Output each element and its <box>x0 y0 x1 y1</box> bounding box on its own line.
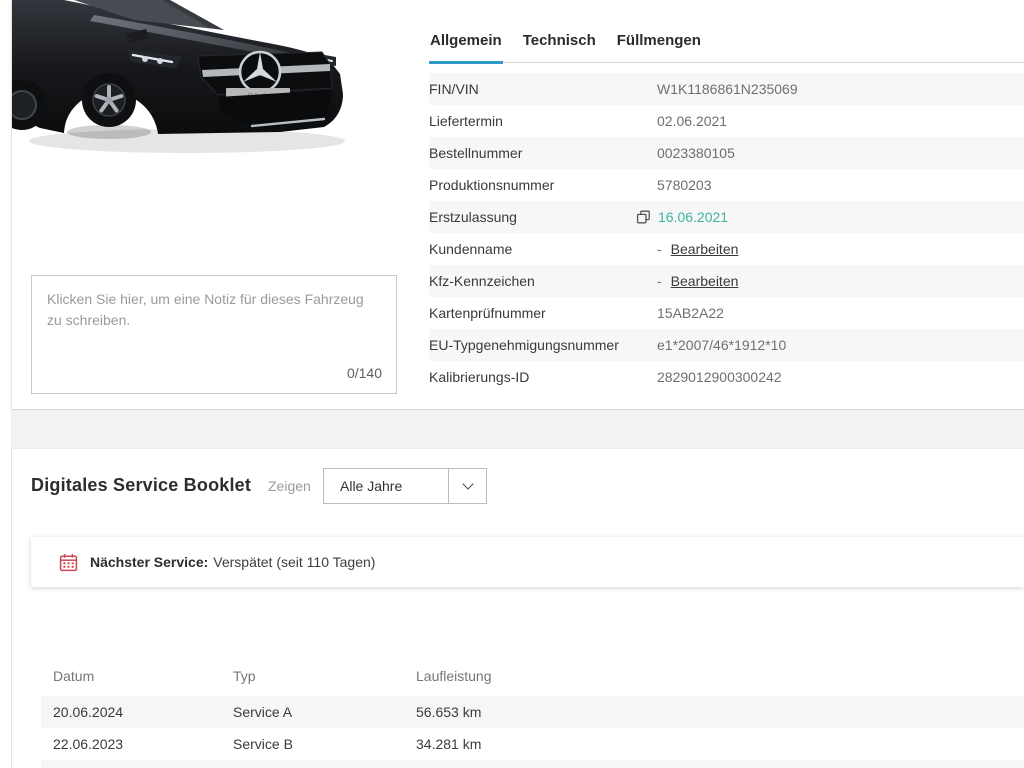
detail-row-liefertermin: Liefertermin 02.06.2021 <box>429 105 1024 137</box>
edit-kundenname-link[interactable]: Bearbeiten <box>671 241 739 257</box>
year-filter-dropdown[interactable]: Alle Jahre <box>323 468 487 504</box>
erstzulassung-date-link[interactable]: 16.06.2021 <box>658 209 728 225</box>
detail-value: 2829012900300242 <box>657 369 782 385</box>
detail-row-produktionsnummer: Produktionsnummer 5780203 <box>429 169 1024 201</box>
cell-datum: 20.06.2024 <box>53 696 123 728</box>
detail-label: Kalibrierungs-ID <box>429 369 657 385</box>
next-service-alert: Nächster Service: Verspätet (seit 110 Ta… <box>31 537 1024 587</box>
column-header-typ: Typ <box>233 660 256 692</box>
detail-row-bestellnummer: Bestellnummer 0023380105 <box>429 137 1024 169</box>
detail-row-erstzulassung: Erstzulassung 16.06.2021 <box>429 201 1024 233</box>
vehicle-note-input[interactable]: Klicken Sie hier, um eine Notiz für dies… <box>31 275 397 394</box>
detail-row-fin: FIN/VIN W1K1186861N235069 <box>429 73 1024 105</box>
empty-value-dash: - <box>657 241 662 257</box>
detail-label: FIN/VIN <box>429 81 657 97</box>
cell-typ: Service B <box>233 728 293 760</box>
cell-laufleistung: 34.281 km <box>416 728 481 760</box>
alert-text: Verspätet (seit 110 Tagen) <box>213 554 375 570</box>
detail-label: Kfz-Kennzeichen <box>429 273 657 289</box>
mercedes-logo-icon <box>240 52 280 92</box>
service-table-row: 22.06.2023 Service B 34.281 km <box>41 728 1024 760</box>
detail-label: Erstzulassung <box>429 209 657 225</box>
alert-label: Nächster Service: <box>90 554 208 570</box>
detail-value: 0023380105 <box>657 145 735 161</box>
vehicle-image: CLA <box>12 0 352 165</box>
detail-label: Kartenprüfnummer <box>429 305 657 321</box>
cell-datum: 22.06.2023 <box>53 728 123 760</box>
dropdown-chevron-area <box>448 469 486 503</box>
front-wheel <box>82 73 136 127</box>
detail-label: Produktionsnummer <box>429 177 657 193</box>
cell-laufleistung: 56.653 km <box>416 696 481 728</box>
chevron-down-icon <box>462 478 473 489</box>
detail-value: e1*2007/46*1912*10 <box>657 337 786 353</box>
filter-label: Zeigen <box>268 478 311 494</box>
note-placeholder: Klicken Sie hier, um eine Notiz für dies… <box>47 291 364 328</box>
service-table-header: Datum Typ Laufleistung <box>41 660 1024 692</box>
tab-allgemein[interactable]: Allgemein <box>429 30 503 62</box>
vehicle-overview-card: CLA Allgemein Technisch Füllmengen FIN/V… <box>11 0 1024 410</box>
detail-label: Bestellnummer <box>429 145 657 161</box>
copy-icon[interactable] <box>636 210 651 225</box>
detail-label: EU-Typgenehmigungsnummer <box>429 337 657 353</box>
section-divider <box>11 411 1024 448</box>
detail-row-kalibrierungs-id: Kalibrierungs-ID 2829012900300242 <box>429 361 1024 393</box>
column-header-datum: Datum <box>53 660 94 692</box>
vehicle-details-list: FIN/VIN W1K1186861N235069 Liefertermin 0… <box>429 73 1024 393</box>
service-table-row: 20.06.2024 Service A 56.653 km <box>41 696 1024 728</box>
detail-value: 5780203 <box>657 177 712 193</box>
detail-label: Liefertermin <box>429 113 657 129</box>
service-table-row-partial <box>41 760 1024 768</box>
detail-row-kartenpruefnummer: Kartenprüfnummer 15AB2A22 <box>429 297 1024 329</box>
vehicle-detail-tabs: Allgemein Technisch Füllmengen <box>429 30 1024 63</box>
note-char-counter: 0/140 <box>347 363 382 384</box>
empty-value-dash: - <box>657 273 662 289</box>
tab-technisch[interactable]: Technisch <box>522 30 597 62</box>
detail-value: 15AB2A22 <box>657 305 724 321</box>
detail-value: W1K1186861N235069 <box>657 81 798 97</box>
dropdown-selected-value: Alle Jahre <box>324 469 448 503</box>
detail-row-kundenname: Kundenname - Bearbeiten <box>429 233 1024 265</box>
detail-row-eu-typgenehmigung: EU-Typgenehmigungsnummer e1*2007/46*1912… <box>429 329 1024 361</box>
calendar-icon <box>59 553 78 572</box>
section-title: Digitales Service Booklet <box>31 475 251 496</box>
service-booklet-card: Digitales Service Booklet Zeigen Alle Ja… <box>11 448 1024 768</box>
detail-label: Kundenname <box>429 241 657 257</box>
detail-row-kennzeichen: Kfz-Kennzeichen - Bearbeiten <box>429 265 1024 297</box>
edit-kennzeichen-link[interactable]: Bearbeiten <box>671 273 739 289</box>
column-header-laufleistung: Laufleistung <box>416 660 492 692</box>
cell-typ: Service A <box>233 696 292 728</box>
detail-value: 02.06.2021 <box>657 113 727 129</box>
tab-fuellmengen[interactable]: Füllmengen <box>616 30 702 62</box>
